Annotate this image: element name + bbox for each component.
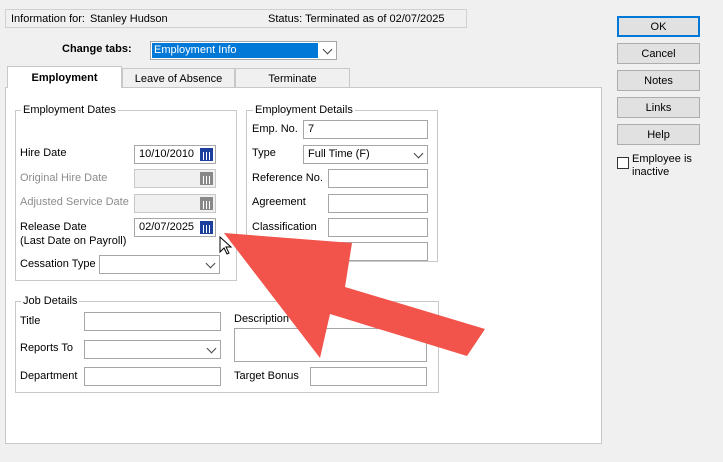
type-label: Type: [252, 147, 276, 159]
job-details-title: Job Details: [21, 295, 80, 307]
employment-dates-title: Employment Dates: [21, 104, 118, 116]
employee-inactive-label-line2: inactive: [632, 166, 670, 178]
original-hire-date-field[interactable]: [134, 169, 216, 188]
cessation-type-select[interactable]: [99, 255, 220, 274]
calendar-icon[interactable]: [200, 148, 213, 161]
tab-employment[interactable]: Employment: [7, 66, 122, 88]
ok-button[interactable]: OK: [617, 16, 700, 37]
target-bonus-field[interactable]: [310, 367, 427, 386]
extra-details-field[interactable]: [328, 242, 428, 261]
chevron-down-icon[interactable]: [410, 146, 427, 163]
info-for-label: Information for:: [11, 13, 85, 25]
tab-leave-of-absence[interactable]: Leave of Absence: [122, 68, 235, 88]
tab-employment-label: Employment: [31, 71, 98, 84]
change-tabs-select[interactable]: Employment Info: [150, 41, 337, 60]
description-label: Description: [234, 313, 290, 325]
change-tabs-selected: Employment Info: [152, 43, 318, 58]
hire-date-field[interactable]: 10/10/2010: [134, 145, 216, 164]
reference-no-field[interactable]: [328, 169, 428, 188]
hire-date-value: 10/10/2010: [139, 148, 195, 160]
calendar-icon[interactable]: [200, 197, 213, 210]
employee-name: Stanley Hudson: [90, 13, 168, 25]
cancel-button[interactable]: Cancel: [617, 43, 700, 64]
agreement-label: Agreement: [252, 196, 306, 208]
reports-to-label: Reports To: [20, 342, 73, 354]
type-select[interactable]: Full Time (F): [303, 145, 428, 164]
help-button[interactable]: Help: [617, 124, 700, 145]
reference-no-label: Reference No.: [252, 172, 323, 184]
employee-inactive-label-line1: Employee is: [632, 153, 692, 165]
release-date-sublabel: (Last Date on Payroll): [20, 235, 127, 247]
release-date-value: 02/07/2025: [139, 221, 195, 233]
chevron-down-icon[interactable]: [203, 341, 220, 358]
emp-no-label: Emp. No.: [252, 123, 298, 135]
department-label: Department: [20, 370, 78, 382]
adjusted-service-date-field[interactable]: [134, 194, 216, 213]
job-title-field[interactable]: [84, 312, 221, 331]
tab-terminate[interactable]: Terminate: [235, 68, 350, 88]
status-text: Status: Terminated as of 02/07/2025: [268, 13, 445, 25]
cessation-type-label: Cessation Type: [20, 258, 96, 270]
employment-details-title: Employment Details: [253, 104, 355, 116]
release-date-label: Release Date: [20, 221, 87, 233]
links-button[interactable]: Links: [617, 97, 700, 118]
chevron-down-icon[interactable]: [319, 42, 336, 59]
hire-date-label: Hire Date: [20, 147, 67, 159]
tab-leave-label: Leave of Absence: [134, 72, 223, 85]
header-info-bar: Information for: Stanley Hudson Status: …: [5, 9, 467, 28]
calendar-icon[interactable]: [200, 172, 213, 185]
classification-label: Classification: [252, 221, 317, 233]
classification-field[interactable]: [328, 218, 428, 237]
employee-inactive-checkbox[interactable]: [617, 157, 629, 169]
type-value: Full Time (F): [308, 148, 370, 160]
agreement-field[interactable]: [328, 194, 428, 213]
department-field[interactable]: [84, 367, 221, 386]
description-field[interactable]: [234, 328, 427, 362]
calendar-icon[interactable]: [200, 221, 213, 234]
adjusted-service-date-label: Adjusted Service Date: [20, 196, 129, 208]
job-title-label: Title: [20, 315, 41, 327]
tab-terminate-label: Terminate: [268, 72, 317, 85]
tab-content-panel: Employment Dates Hire Date 10/10/2010 Or…: [5, 87, 602, 444]
original-hire-date-label: Original Hire Date: [20, 172, 108, 184]
change-tabs-label: Change tabs:: [62, 43, 132, 55]
target-bonus-label: Target Bonus: [234, 370, 299, 382]
release-date-field[interactable]: 02/07/2025: [134, 218, 216, 237]
emp-no-value: 7: [308, 123, 315, 135]
notes-button[interactable]: Notes: [617, 70, 700, 91]
emp-no-field[interactable]: 7: [303, 120, 428, 139]
reports-to-select[interactable]: [84, 340, 221, 359]
chevron-down-icon[interactable]: [202, 256, 219, 273]
